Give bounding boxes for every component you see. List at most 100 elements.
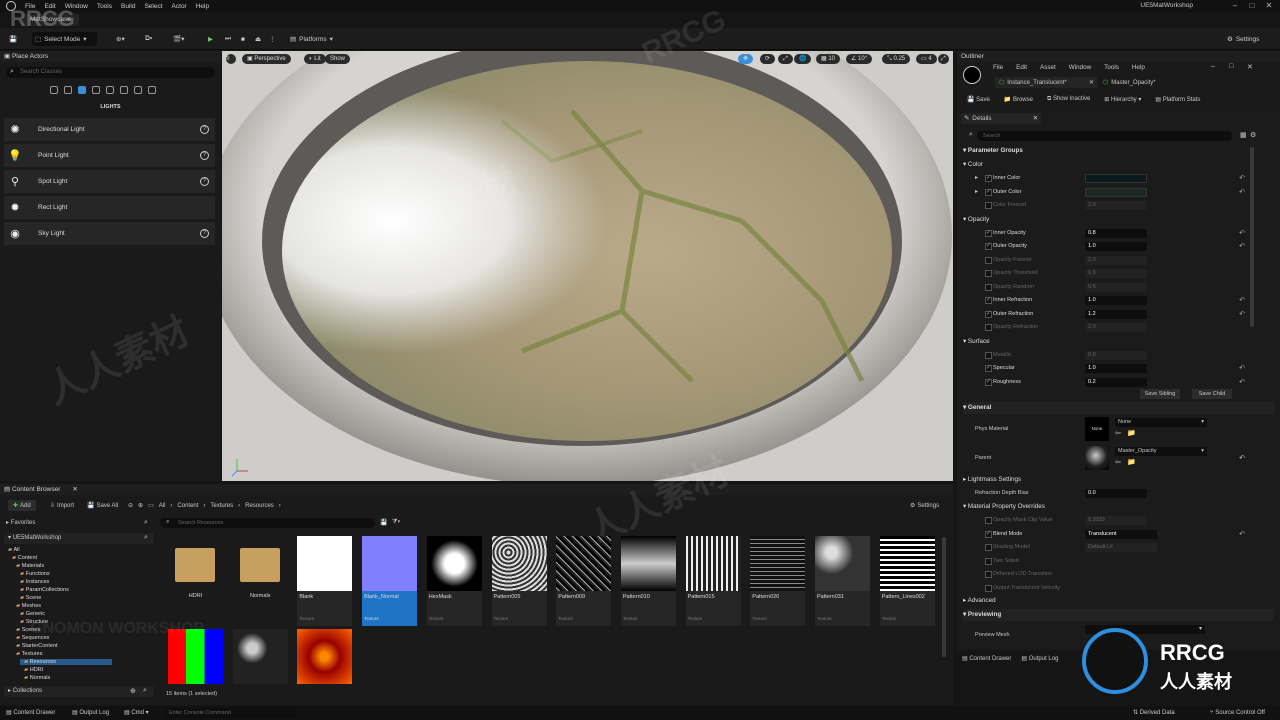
maximize-viewport-icon[interactable]: ⤢	[938, 54, 949, 64]
menu-edit[interactable]: Edit	[1016, 64, 1027, 71]
param-override-checkbox[interactable]	[985, 324, 992, 331]
parent-dropdown[interactable]: Master_Opacity ▾	[1115, 447, 1207, 456]
favorites-header[interactable]: ▸ Favorites	[6, 519, 35, 526]
browse-folder-icon[interactable]: 📁	[1127, 429, 1136, 437]
menu-actor[interactable]: Actor	[172, 3, 187, 10]
reset-icon[interactable]: ↶	[1239, 378, 1245, 386]
reset-icon[interactable]: ↶	[1239, 454, 1245, 462]
folder-tile[interactable]: HDRI	[168, 536, 223, 626]
gear-icon[interactable]: ⚙	[1250, 131, 1256, 139]
reset-icon[interactable]: ↶	[1239, 296, 1245, 304]
viewport-menu-icon[interactable]: ≡	[226, 54, 236, 64]
actor-rect-light[interactable]: ✹ Rect Light	[4, 196, 215, 219]
folder-tree-item[interactable]: ▰ HDRI	[24, 667, 43, 673]
param-override-checkbox[interactable]	[985, 188, 992, 196]
asset-tile[interactable]: Pattern005 Texture	[491, 536, 547, 626]
breadcrumb-textures[interactable]: Textures	[210, 503, 233, 509]
previewing-header[interactable]: ▾ Previewing	[963, 609, 1274, 621]
stop-icon[interactable]: ■	[238, 32, 248, 46]
filter-icon[interactable]: ⧩▾	[392, 519, 400, 526]
search-icon[interactable]: ⌕	[144, 534, 148, 542]
folder-tree-item[interactable]: ▰ Instances	[20, 579, 49, 585]
override-checkbox[interactable]	[985, 530, 992, 538]
override-checkbox[interactable]	[985, 544, 992, 551]
folder-tile[interactable]: Normals	[233, 536, 288, 626]
menu-tools[interactable]: Tools	[1104, 64, 1119, 71]
param-override-checkbox[interactable]	[985, 378, 992, 386]
asset-tile[interactable]: Blank Texture	[297, 536, 353, 626]
minimize-icon[interactable]: –	[1211, 63, 1215, 70]
menu-window[interactable]: Window	[65, 3, 88, 10]
level-viewport[interactable]: ≡ ▣ Perspective ◐ Lit Show ✥ ⟳ ⤢ 🌐 ▦ 10 …	[222, 51, 953, 481]
camera-speed-button[interactable]: ▭ 4	[916, 54, 937, 64]
asset-tile[interactable]: Pattern015 Texture	[685, 536, 741, 626]
save-sibling-button[interactable]: Save Sibling	[1140, 389, 1180, 399]
details-search-input[interactable]: Search	[977, 131, 1232, 141]
param-override-checkbox[interactable]	[985, 270, 992, 277]
param-override-checkbox[interactable]	[985, 174, 992, 182]
details-scrollbar[interactable]	[1250, 147, 1254, 327]
save-level-icon[interactable]: 💾	[6, 32, 20, 46]
select-tool-icon[interactable]: ✥	[738, 54, 754, 64]
details-tab[interactable]: ✎ Details ✕	[961, 113, 1041, 124]
param-value-input[interactable]: 1.0	[1085, 242, 1147, 251]
use-selected-icon[interactable]: ⇦	[1115, 429, 1121, 437]
param-value-input[interactable]: 1.2	[1085, 309, 1147, 319]
console-input[interactable]: Enter Console Command	[165, 708, 297, 718]
grid-snap-button[interactable]: ▦ 10	[816, 54, 841, 64]
chevron-right-icon[interactable]: ▸	[975, 174, 978, 181]
cb-settings-button[interactable]: ⚙ Settings	[910, 500, 939, 511]
output-log-button[interactable]: ▤ Output Log	[72, 706, 109, 720]
folder-tree-item[interactable]: ▰ Meshes	[16, 603, 41, 609]
show-button[interactable]: Show	[325, 54, 351, 64]
folder-tree-item[interactable]: ▰ Sequences	[16, 635, 49, 641]
search-classes-input[interactable]: Search Classes	[6, 67, 215, 78]
help-icon[interactable]: ?	[200, 151, 209, 160]
breadcrumb-resources[interactable]: Resources	[245, 503, 274, 509]
grid-view-icon[interactable]: ▦	[1240, 131, 1247, 139]
import-button[interactable]: ⇩ Import	[50, 500, 74, 511]
menu-window[interactable]: Window	[1069, 64, 1091, 71]
folder-tree-item[interactable]: ▰ Resources	[20, 659, 112, 665]
add-collection-icon[interactable]: ⊕	[130, 687, 136, 695]
advanced-header[interactable]: ▸ Advanced	[963, 595, 996, 607]
menu-help[interactable]: Help	[1132, 64, 1145, 71]
lightmass-settings-header[interactable]: ▸ Lightmass Settings	[963, 474, 1021, 486]
play-icon[interactable]: ▶	[205, 32, 216, 46]
maximize-icon[interactable]: □	[1245, 1, 1259, 11]
scale-tool-icon[interactable]: ⤢	[778, 54, 793, 64]
asset-tile[interactable]	[168, 629, 223, 684]
reset-icon[interactable]: ↶	[1239, 174, 1245, 182]
cmd-dropdown[interactable]: ▤ Cmd ▾	[124, 706, 149, 720]
param-value-input[interactable]: 1.0	[1085, 364, 1147, 373]
maximize-icon[interactable]: □	[1229, 63, 1233, 70]
cinematics-icon[interactable]: 🎬▾	[170, 32, 187, 46]
folder-tree-item[interactable]: ▰ Scenes	[16, 627, 40, 633]
folder-tree-item[interactable]: ▰ StarterContent	[16, 643, 58, 649]
actor-directional-light[interactable]: ✺ Directional Light?	[4, 118, 215, 141]
world-space-icon[interactable]: 🌐	[794, 54, 812, 64]
search-icon[interactable]: ⌕	[144, 519, 148, 527]
reset-icon[interactable]: ↶	[1239, 364, 1245, 372]
group-header-opacity[interactable]: ▾ Opacity	[963, 214, 989, 226]
asset-tile[interactable]: Blank_Normal Texture	[362, 536, 418, 626]
show-inactive-button[interactable]: ⧉ Show Inactive	[1047, 96, 1090, 103]
reset-icon[interactable]: ↶	[1239, 229, 1245, 237]
param-value-input[interactable]: 0.5	[1085, 282, 1147, 292]
param-override-checkbox[interactable]	[985, 351, 992, 359]
lights-icon[interactable]	[78, 86, 86, 94]
menu-select[interactable]: Select	[144, 3, 162, 10]
chevron-right-icon[interactable]: ▸	[975, 188, 978, 195]
derived-data-button[interactable]: ⇅ Derived Data	[1133, 706, 1175, 720]
unreal-logo-icon[interactable]	[6, 1, 16, 11]
material-property-overrides-header[interactable]: ▾ Material Property Overrides	[963, 501, 1045, 513]
param-override-checkbox[interactable]	[985, 310, 992, 318]
refraction-depth-input[interactable]: 0.0	[1085, 489, 1147, 498]
override-value[interactable]: 0.3333	[1085, 516, 1147, 525]
menu-help[interactable]: Help	[196, 3, 209, 10]
phys-material-thumbnail[interactable]: None	[1085, 417, 1109, 441]
param-override-checkbox[interactable]	[985, 202, 992, 209]
source-control-button[interactable]: ⑂ Source Control Off	[1210, 706, 1265, 720]
override-value[interactable]: Default Lit	[1085, 543, 1157, 552]
param-value-input[interactable]: 0.8	[1085, 228, 1147, 238]
